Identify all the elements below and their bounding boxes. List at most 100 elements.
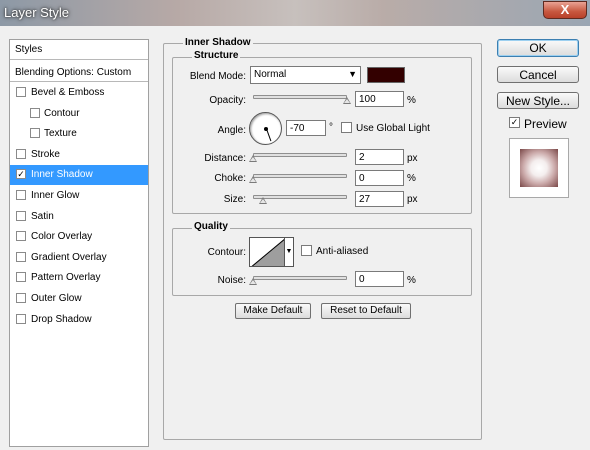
style-item-label: Stroke (31, 148, 60, 160)
style-item-checkbox[interactable] (16, 148, 26, 159)
style-item-checkbox[interactable] (16, 210, 26, 221)
style-item-texture[interactable]: Texture (10, 124, 148, 144)
size-label: Size: (223, 194, 246, 205)
style-item-label: Inner Glow (31, 190, 80, 201)
opacity-label: Opacity: (209, 95, 246, 106)
style-item-label: Inner Shadow (31, 169, 93, 181)
style-item-bevel-emboss[interactable]: Bevel & Emboss (10, 83, 148, 103)
use-global-light-label: Use Global Light (356, 123, 430, 134)
opacity-slider-thumb[interactable] (342, 97, 352, 104)
angle-dial[interactable] (249, 112, 282, 145)
styles-header[interactable]: Styles (10, 40, 148, 60)
contour-preview[interactable] (249, 237, 285, 267)
close-button[interactable]: X (543, 1, 587, 19)
size-unit: px (407, 194, 418, 205)
window-title: Layer Style (4, 5, 70, 20)
style-item-checkbox[interactable]: ✓ (16, 169, 26, 180)
noise-label: Noise: (217, 275, 246, 286)
reset-to-default-button[interactable]: Reset to Default (321, 303, 411, 319)
style-item-checkbox[interactable] (16, 293, 26, 303)
style-item-outer-glow[interactable]: Outer Glow (10, 289, 148, 309)
style-item-color-overlay[interactable]: Color Overlay (10, 227, 148, 247)
blend-mode-select[interactable]: Normal ▼ (250, 66, 361, 84)
style-item-label: Pattern Overlay (31, 272, 101, 284)
contour-curve-icon (251, 239, 284, 266)
noise-input[interactable]: 0 (355, 271, 404, 287)
style-item-gradient-overlay[interactable]: Gradient Overlay (10, 248, 148, 268)
style-item-label: Color Overlay (31, 231, 93, 243)
style-item-stroke[interactable]: Stroke (10, 145, 148, 165)
distance-unit: px (407, 153, 418, 164)
cancel-button[interactable]: Cancel (497, 66, 579, 83)
choke-unit: % (407, 173, 416, 184)
blending-options-item[interactable]: Blending Options: Custom (10, 61, 148, 82)
inner-shadow-title: Inner Shadow (183, 37, 253, 48)
choke-slider-thumb[interactable] (248, 176, 258, 183)
anti-aliased-label: Anti-aliased (316, 246, 369, 257)
style-item-label: Contour (44, 107, 80, 119)
angle-label: Angle: (217, 125, 246, 136)
style-item-satin[interactable]: Satin (10, 207, 148, 227)
structure-title: Structure (192, 50, 241, 61)
size-value: 27 (359, 194, 371, 205)
use-global-light-checkbox[interactable] (341, 122, 352, 133)
blend-mode-label: Blend Mode: (189, 71, 246, 82)
angle-value: -70 (290, 123, 305, 134)
choke-value: 0 (359, 173, 365, 184)
opacity-slider[interactable] (253, 95, 347, 99)
style-item-label: Outer Glow (31, 293, 82, 304)
distance-slider-thumb[interactable] (248, 155, 258, 162)
style-item-checkbox[interactable] (16, 251, 26, 262)
noise-slider-thumb[interactable] (248, 278, 258, 285)
close-icon: X (560, 2, 570, 17)
style-item-drop-shadow[interactable]: Drop Shadow (10, 310, 148, 330)
style-item-contour[interactable]: Contour (10, 104, 148, 124)
style-item-label: Drop Shadow (31, 313, 92, 325)
style-item-label: Bevel & Emboss (31, 87, 105, 98)
style-item-checkbox[interactable] (16, 313, 26, 324)
style-item-pattern-overlay[interactable]: Pattern Overlay (10, 268, 148, 288)
noise-value: 0 (359, 274, 365, 285)
style-item-inner-glow[interactable]: Inner Glow (10, 186, 148, 206)
contour-dropdown[interactable]: ▼ (285, 237, 294, 267)
new-style-button[interactable]: New Style... (497, 92, 579, 109)
size-slider-thumb[interactable] (258, 197, 268, 204)
title-bar: Layer Style X (0, 0, 590, 26)
angle-unit: ° (329, 122, 333, 133)
angle-dial-needle (266, 128, 272, 142)
style-item-label: Texture (44, 128, 77, 140)
choke-label: Choke: (214, 173, 246, 184)
opacity-input[interactable]: 100 (355, 91, 404, 107)
style-item-checkbox[interactable] (16, 272, 26, 283)
make-default-button[interactable]: Make Default (235, 303, 311, 319)
noise-slider[interactable] (253, 276, 347, 280)
style-preview-swatch (520, 149, 558, 187)
preview-label: Preview (524, 117, 567, 131)
contour-label: Contour: (207, 247, 246, 258)
size-input[interactable]: 27 (355, 191, 404, 207)
choke-input[interactable]: 0 (355, 170, 404, 186)
choke-slider[interactable] (253, 174, 347, 178)
chevron-down-icon: ▼ (348, 69, 357, 79)
style-item-label: Gradient Overlay (31, 251, 107, 263)
blend-mode-value: Normal (254, 69, 287, 80)
chevron-down-icon: ▼ (285, 248, 293, 255)
angle-input[interactable]: -70 (286, 120, 326, 136)
opacity-value: 100 (359, 94, 376, 105)
style-item-checkbox[interactable] (30, 107, 40, 118)
style-item-inner-shadow[interactable]: ✓ Inner Shadow (10, 165, 148, 186)
style-item-checkbox[interactable] (30, 128, 40, 139)
noise-unit: % (407, 275, 416, 286)
quality-title: Quality (192, 221, 230, 232)
style-item-label: Satin (31, 210, 54, 222)
anti-aliased-checkbox[interactable] (301, 245, 312, 256)
preview-checkbox[interactable]: ✓ (509, 117, 520, 128)
style-item-checkbox[interactable] (16, 231, 26, 242)
shadow-color-swatch[interactable] (367, 67, 405, 83)
distance-input[interactable]: 2 (355, 149, 404, 165)
ok-button[interactable]: OK (497, 39, 579, 57)
style-item-checkbox[interactable] (16, 87, 26, 97)
style-item-checkbox[interactable] (16, 190, 26, 200)
distance-slider[interactable] (253, 153, 347, 157)
distance-value: 2 (359, 152, 365, 163)
